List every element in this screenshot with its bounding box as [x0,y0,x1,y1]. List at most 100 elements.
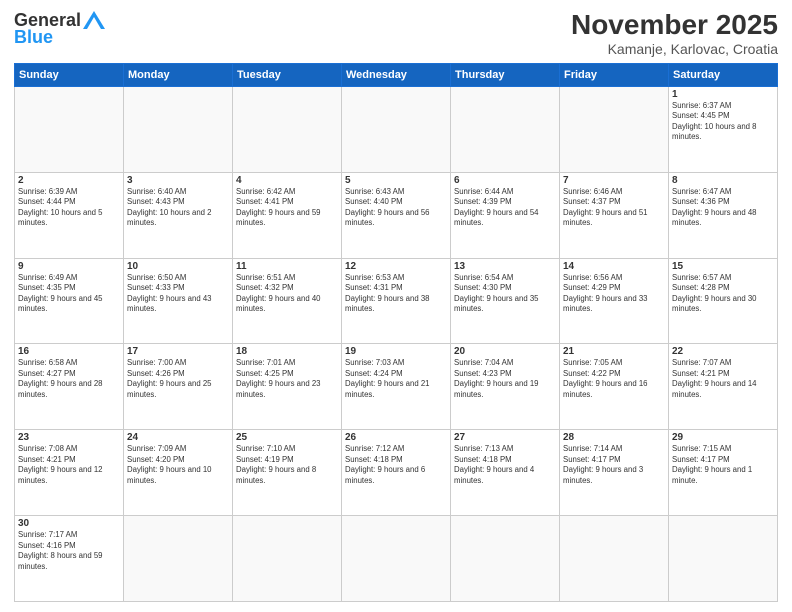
calendar-table: SundayMondayTuesdayWednesdayThursdayFrid… [14,63,778,602]
calendar-cell: 26Sunrise: 7:12 AM Sunset: 4:18 PM Dayli… [342,430,451,516]
day-number: 6 [454,175,556,186]
day-info: Sunrise: 6:46 AM Sunset: 4:37 PM Dayligh… [563,187,665,229]
weekday-header-thursday: Thursday [451,63,560,86]
calendar-week-row: 9Sunrise: 6:49 AM Sunset: 4:35 PM Daylig… [15,258,778,344]
calendar-week-row: 1Sunrise: 6:37 AM Sunset: 4:45 PM Daylig… [15,86,778,172]
title-block: November 2025 Kamanje, Karlovac, Croatia [571,10,778,57]
calendar-cell: 23Sunrise: 7:08 AM Sunset: 4:21 PM Dayli… [15,430,124,516]
month-title: November 2025 [571,10,778,41]
calendar-cell [15,86,124,172]
calendar-cell [342,516,451,602]
day-info: Sunrise: 7:01 AM Sunset: 4:25 PM Dayligh… [236,358,338,400]
day-info: Sunrise: 6:44 AM Sunset: 4:39 PM Dayligh… [454,187,556,229]
calendar-week-row: 2Sunrise: 6:39 AM Sunset: 4:44 PM Daylig… [15,172,778,258]
day-number: 18 [236,346,338,357]
day-number: 12 [345,261,447,272]
day-info: Sunrise: 7:17 AM Sunset: 4:16 PM Dayligh… [18,530,120,572]
day-number: 24 [127,432,229,443]
day-number: 3 [127,175,229,186]
weekday-header-saturday: Saturday [669,63,778,86]
calendar-week-row: 30Sunrise: 7:17 AM Sunset: 4:16 PM Dayli… [15,516,778,602]
day-number: 21 [563,346,665,357]
day-info: Sunrise: 7:12 AM Sunset: 4:18 PM Dayligh… [345,444,447,486]
calendar-cell: 24Sunrise: 7:09 AM Sunset: 4:20 PM Dayli… [124,430,233,516]
calendar-week-row: 16Sunrise: 6:58 AM Sunset: 4:27 PM Dayli… [15,344,778,430]
calendar-cell: 11Sunrise: 6:51 AM Sunset: 4:32 PM Dayli… [233,258,342,344]
calendar-cell [124,86,233,172]
day-info: Sunrise: 6:53 AM Sunset: 4:31 PM Dayligh… [345,273,447,315]
calendar-cell [342,86,451,172]
day-info: Sunrise: 7:13 AM Sunset: 4:18 PM Dayligh… [454,444,556,486]
day-info: Sunrise: 6:42 AM Sunset: 4:41 PM Dayligh… [236,187,338,229]
day-info: Sunrise: 6:39 AM Sunset: 4:44 PM Dayligh… [18,187,120,229]
day-info: Sunrise: 7:04 AM Sunset: 4:23 PM Dayligh… [454,358,556,400]
day-number: 20 [454,346,556,357]
calendar-cell [233,86,342,172]
day-number: 29 [672,432,774,443]
day-number: 16 [18,346,120,357]
day-info: Sunrise: 6:37 AM Sunset: 4:45 PM Dayligh… [672,101,774,143]
calendar-cell: 3Sunrise: 6:40 AM Sunset: 4:43 PM Daylig… [124,172,233,258]
calendar-cell [233,516,342,602]
calendar-cell [451,516,560,602]
calendar-cell [451,86,560,172]
day-info: Sunrise: 7:09 AM Sunset: 4:20 PM Dayligh… [127,444,229,486]
logo-blue-text: Blue [14,27,53,48]
calendar-cell: 2Sunrise: 6:39 AM Sunset: 4:44 PM Daylig… [15,172,124,258]
day-info: Sunrise: 6:54 AM Sunset: 4:30 PM Dayligh… [454,273,556,315]
calendar-cell: 22Sunrise: 7:07 AM Sunset: 4:21 PM Dayli… [669,344,778,430]
day-info: Sunrise: 6:58 AM Sunset: 4:27 PM Dayligh… [18,358,120,400]
day-number: 19 [345,346,447,357]
day-number: 22 [672,346,774,357]
weekday-header-tuesday: Tuesday [233,63,342,86]
calendar-cell: 16Sunrise: 6:58 AM Sunset: 4:27 PM Dayli… [15,344,124,430]
calendar-cell: 5Sunrise: 6:43 AM Sunset: 4:40 PM Daylig… [342,172,451,258]
day-number: 10 [127,261,229,272]
calendar-cell: 14Sunrise: 6:56 AM Sunset: 4:29 PM Dayli… [560,258,669,344]
calendar-cell: 8Sunrise: 6:47 AM Sunset: 4:36 PM Daylig… [669,172,778,258]
day-number: 5 [345,175,447,186]
day-number: 26 [345,432,447,443]
day-info: Sunrise: 7:05 AM Sunset: 4:22 PM Dayligh… [563,358,665,400]
calendar-cell: 1Sunrise: 6:37 AM Sunset: 4:45 PM Daylig… [669,86,778,172]
calendar-week-row: 23Sunrise: 7:08 AM Sunset: 4:21 PM Dayli… [15,430,778,516]
weekday-header-row: SundayMondayTuesdayWednesdayThursdayFrid… [15,63,778,86]
day-number: 1 [672,89,774,100]
day-info: Sunrise: 6:40 AM Sunset: 4:43 PM Dayligh… [127,187,229,229]
day-number: 11 [236,261,338,272]
day-number: 30 [18,518,120,529]
calendar-cell: 4Sunrise: 6:42 AM Sunset: 4:41 PM Daylig… [233,172,342,258]
calendar-cell [124,516,233,602]
day-info: Sunrise: 6:50 AM Sunset: 4:33 PM Dayligh… [127,273,229,315]
calendar-cell: 25Sunrise: 7:10 AM Sunset: 4:19 PM Dayli… [233,430,342,516]
location-title: Kamanje, Karlovac, Croatia [571,41,778,57]
day-number: 28 [563,432,665,443]
calendar-cell: 13Sunrise: 6:54 AM Sunset: 4:30 PM Dayli… [451,258,560,344]
calendar-cell: 15Sunrise: 6:57 AM Sunset: 4:28 PM Dayli… [669,258,778,344]
day-info: Sunrise: 7:00 AM Sunset: 4:26 PM Dayligh… [127,358,229,400]
day-number: 4 [236,175,338,186]
day-info: Sunrise: 7:08 AM Sunset: 4:21 PM Dayligh… [18,444,120,486]
calendar-cell: 10Sunrise: 6:50 AM Sunset: 4:33 PM Dayli… [124,258,233,344]
calendar-cell: 30Sunrise: 7:17 AM Sunset: 4:16 PM Dayli… [15,516,124,602]
calendar-cell: 17Sunrise: 7:00 AM Sunset: 4:26 PM Dayli… [124,344,233,430]
day-number: 23 [18,432,120,443]
weekday-header-wednesday: Wednesday [342,63,451,86]
day-info: Sunrise: 6:43 AM Sunset: 4:40 PM Dayligh… [345,187,447,229]
calendar-cell: 18Sunrise: 7:01 AM Sunset: 4:25 PM Dayli… [233,344,342,430]
calendar-cell: 28Sunrise: 7:14 AM Sunset: 4:17 PM Dayli… [560,430,669,516]
calendar-cell: 20Sunrise: 7:04 AM Sunset: 4:23 PM Dayli… [451,344,560,430]
day-number: 8 [672,175,774,186]
day-number: 25 [236,432,338,443]
day-number: 13 [454,261,556,272]
calendar-cell: 27Sunrise: 7:13 AM Sunset: 4:18 PM Dayli… [451,430,560,516]
day-number: 15 [672,261,774,272]
day-number: 17 [127,346,229,357]
day-info: Sunrise: 6:56 AM Sunset: 4:29 PM Dayligh… [563,273,665,315]
calendar-cell [669,516,778,602]
day-info: Sunrise: 6:51 AM Sunset: 4:32 PM Dayligh… [236,273,338,315]
weekday-header-friday: Friday [560,63,669,86]
day-number: 27 [454,432,556,443]
calendar-cell: 7Sunrise: 6:46 AM Sunset: 4:37 PM Daylig… [560,172,669,258]
day-number: 14 [563,261,665,272]
